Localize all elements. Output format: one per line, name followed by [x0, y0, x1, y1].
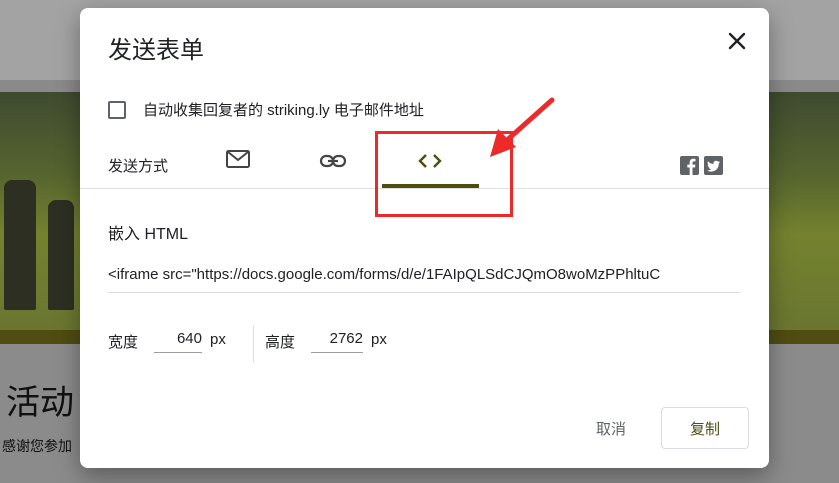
collect-email-checkbox[interactable]: [108, 100, 126, 119]
background-heading: 活动: [6, 384, 74, 422]
dimension-separator: [253, 326, 254, 362]
link-icon: [318, 154, 348, 178]
height-label: 高度: [265, 334, 296, 351]
cancel-button[interactable]: 取消: [596, 418, 626, 439]
width-input[interactable]: 640: [154, 330, 202, 353]
photo-figure: [4, 180, 36, 310]
width-unit: px: [210, 331, 226, 348]
annotation-arrow-icon: [490, 97, 555, 157]
background-text: 感谢您参加: [2, 438, 72, 454]
twitter-icon[interactable]: [704, 156, 723, 175]
tab-email[interactable]: [225, 148, 251, 178]
collect-email-label: 自动收集回复者的 striking.ly 电子邮件地址: [143, 102, 424, 119]
collect-email-row: 自动收集回复者的 striking.ly 电子邮件地址: [108, 99, 424, 120]
send-via-label: 发送方式: [108, 158, 169, 175]
mail-icon: [225, 150, 251, 174]
tab-link[interactable]: [318, 148, 348, 178]
send-form-dialog: 发送表单 自动收集回复者的 striking.ly 电子邮件地址 发送方式 嵌入…: [80, 8, 769, 468]
copy-button[interactable]: 复制: [661, 407, 749, 449]
height-input[interactable]: 2762: [311, 330, 363, 353]
embed-html-heading: 嵌入 HTML: [108, 226, 189, 243]
embed-code-field[interactable]: <iframe src="https://docs.google.com/for…: [108, 266, 740, 293]
facebook-icon[interactable]: [680, 156, 699, 175]
close-icon[interactable]: [724, 28, 750, 54]
height-unit: px: [371, 331, 387, 348]
width-label: 宽度: [108, 334, 139, 351]
photo-figure: [48, 200, 74, 310]
dialog-title: 发送表单: [108, 37, 204, 64]
